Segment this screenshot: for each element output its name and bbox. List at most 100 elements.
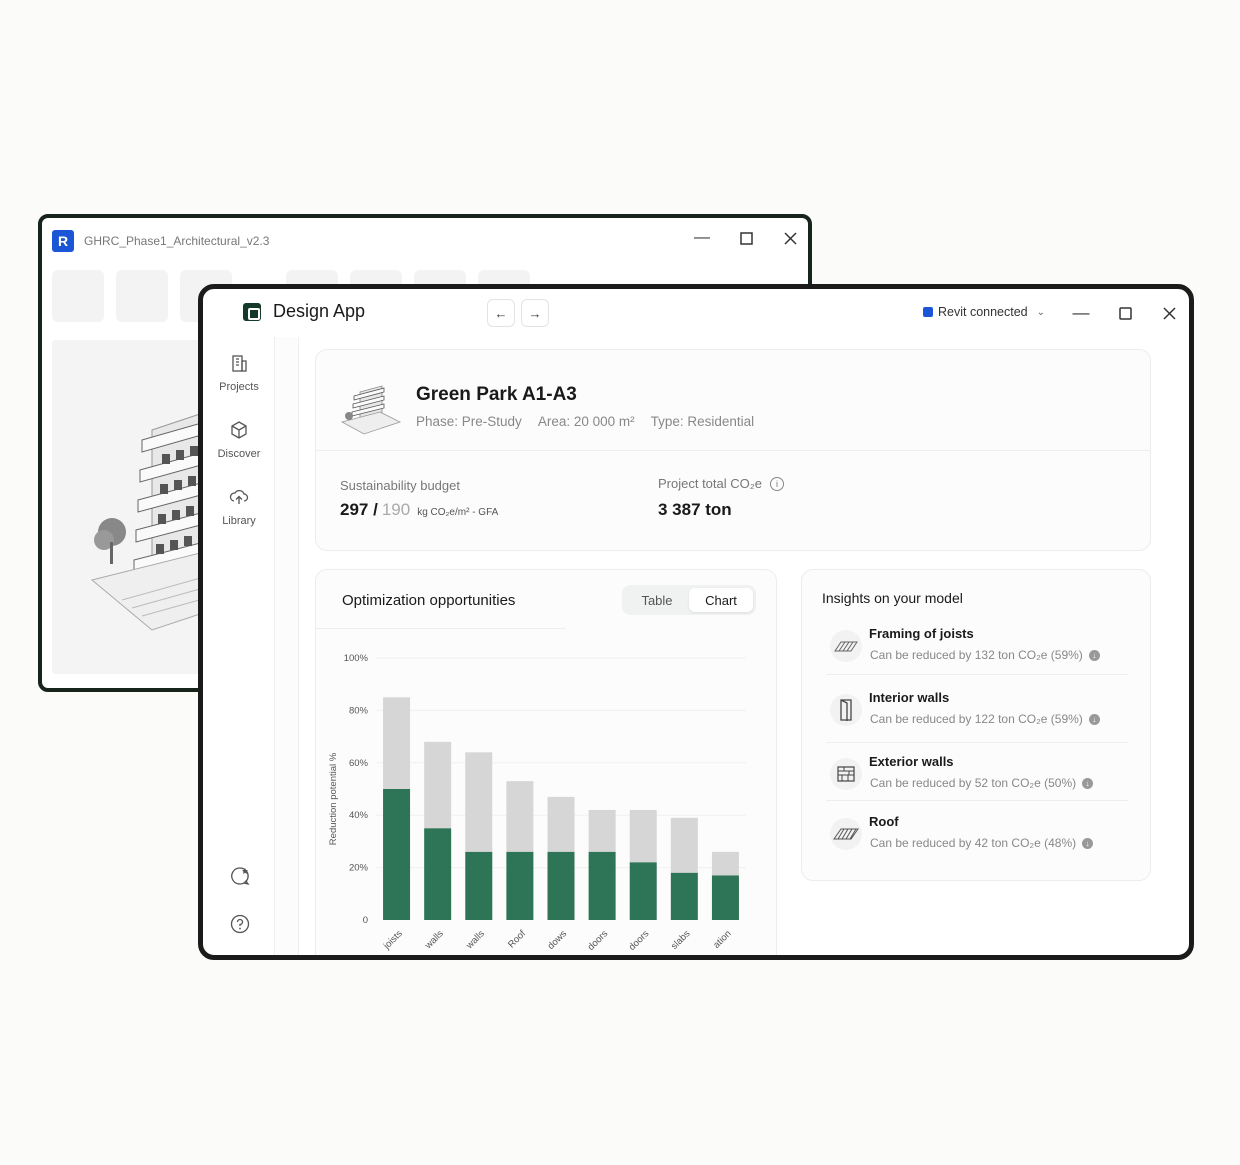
minimize-icon[interactable]: — [1071, 303, 1091, 323]
budget-label: Sustainability budget [340, 478, 460, 493]
sidebar-item-projects[interactable]: Projects [203, 353, 275, 393]
insight-name: Roof [869, 814, 899, 829]
bar-segment-remaining [506, 781, 534, 852]
sidebar-item-discover[interactable]: Discover [203, 420, 275, 460]
project-meta: Phase: Pre-Study Area: 20 000 m² Type: R… [416, 414, 754, 429]
download-icon[interactable]: ↓ [1082, 837, 1094, 849]
bar-segment-remaining [711, 851, 739, 876]
design-app-window: Design App ← → Revit connected ⌄ — Proje… [198, 284, 1194, 960]
insights-card: Insights on your model Framing of joists… [801, 569, 1151, 881]
app-title: Design App [273, 301, 366, 321]
divider [316, 628, 566, 629]
insight-desc-row: Can be reduced by 52 ton CO₂e (50%) ↓ [870, 776, 1094, 790]
back-button[interactable]: ← [487, 299, 515, 327]
y-tick-label: 20% [349, 863, 369, 874]
close-icon[interactable] [780, 228, 800, 248]
toggle-table[interactable]: Table [625, 588, 689, 612]
bar-segment-remaining [629, 809, 657, 863]
app-window-controls: — [1071, 303, 1179, 323]
insight-item[interactable]: Roof Can be reduced by 42 ton CO₂e (48%)… [822, 814, 1128, 872]
x-tick-label: ation [711, 928, 733, 950]
revit-connection-status: Revit connected [938, 305, 1028, 319]
insight-desc-row: Can be reduced by 122 ton CO₂e (59%) ↓ [870, 712, 1100, 726]
bar-segment-reduction [465, 851, 493, 920]
total-co2-label-row: Project total CO₂e i [658, 476, 785, 491]
sidebar-item-library[interactable]: Library [203, 487, 275, 527]
budget-target: 190 [381, 500, 411, 519]
insights-title: Insights on your model [822, 590, 963, 606]
close-icon[interactable] [1159, 303, 1179, 323]
secondary-panel [275, 337, 299, 955]
project-card: Green Park A1-A3 Phase: Pre-Study Area: … [315, 349, 1151, 551]
insight-name: Framing of joists [869, 626, 974, 641]
bar-segment-remaining [465, 752, 493, 852]
project-title: Green Park A1-A3 [416, 384, 577, 405]
bar-segment-reduction [424, 828, 452, 920]
bar-segment-reduction [506, 851, 534, 920]
help-icon[interactable] [229, 913, 251, 935]
project-thumbnail[interactable] [340, 378, 402, 436]
insight-item[interactable]: Framing of joists Can be reduced by 132 … [822, 626, 1128, 684]
y-tick-label: 100% [344, 653, 369, 664]
reduction-chart: 0 20% 40% 60% 80% 100% Reduction potential % jo… [328, 653, 746, 953]
revit-logo: R [52, 230, 74, 252]
bar-segment-reduction [383, 789, 411, 920]
download-icon[interactable]: ↓ [1088, 649, 1100, 661]
divider [316, 450, 1150, 451]
sidebar-item-label: Projects [219, 381, 259, 393]
insight-item[interactable]: Exterior walls Can be reduced by 52 ton … [822, 754, 1128, 812]
building-icon [232, 355, 247, 372]
ribbon-tile[interactable] [52, 270, 104, 322]
insight-desc: Can be reduced by 132 ton CO₂e (59%) [870, 648, 1083, 662]
bar-segment-remaining [670, 817, 698, 873]
x-tick-label: joists [381, 928, 405, 952]
sidebar-item-label: Discover [217, 448, 261, 460]
bar-segment-remaining [424, 741, 452, 829]
budget-actual: 297 / [340, 500, 378, 519]
project-area: Area: 20 000 m² [537, 414, 635, 429]
info-icon[interactable]: i [770, 476, 785, 491]
divider [826, 742, 1128, 743]
ribbon-tile[interactable] [116, 270, 168, 322]
y-tick-label: 40% [349, 810, 369, 821]
insight-desc: Can be reduced by 52 ton CO₂e (50%) [870, 776, 1077, 790]
x-tick-label: doors [586, 928, 611, 953]
bar-segment-reduction [588, 851, 616, 920]
cube-icon [231, 421, 247, 439]
toggle-chart[interactable]: Chart [689, 588, 753, 612]
x-tick-label: doors [627, 928, 652, 953]
app-logo-icon [243, 303, 261, 321]
maximize-icon[interactable] [1115, 303, 1135, 323]
insight-item[interactable]: Interior walls Can be reduced by 122 ton… [822, 690, 1128, 748]
app-header: Design App ← → Revit connected ⌄ — [203, 289, 1189, 337]
y-tick-label: 0 [363, 915, 368, 926]
x-tick-label: slabs [669, 928, 693, 952]
optimization-card: Optimization opportunities Table Chart 0… [315, 569, 777, 955]
y-tick-label: 60% [349, 758, 369, 769]
revit-mini-icon [923, 307, 933, 317]
insight-desc: Can be reduced by 42 ton CO₂e (48%) [870, 836, 1077, 850]
bar-segment-remaining [588, 809, 616, 852]
bar-segment-reduction [670, 872, 698, 920]
chat-feedback-icon[interactable] [229, 865, 251, 887]
download-icon[interactable]: ↓ [1082, 777, 1094, 789]
bar-segment-reduction [547, 851, 575, 920]
door-icon [830, 694, 862, 726]
revit-window-controls: — [692, 228, 800, 248]
download-icon[interactable]: ↓ [1088, 713, 1100, 725]
cloud-upload-icon [229, 489, 249, 504]
bar-segment-remaining [547, 796, 575, 852]
joists-icon [830, 630, 862, 662]
minimize-icon[interactable]: — [692, 228, 712, 248]
budget-value: 297 / 190 kg CO₂e/m² - GFA [340, 500, 498, 520]
optimization-title: Optimization opportunities [342, 592, 516, 609]
roof-icon [830, 818, 862, 850]
total-co2-value: 3 387 ton [658, 500, 732, 519]
forward-button[interactable]: → [521, 299, 549, 327]
insight-name: Exterior walls [869, 754, 954, 769]
maximize-icon[interactable] [736, 228, 756, 248]
total-co2-label: Project total CO₂e [658, 476, 763, 491]
insight-name: Interior walls [869, 690, 950, 705]
revit-connection-dropdown[interactable]: Revit connected ⌄ [923, 305, 1045, 319]
project-phase: Phase: Pre-Study [416, 414, 522, 429]
